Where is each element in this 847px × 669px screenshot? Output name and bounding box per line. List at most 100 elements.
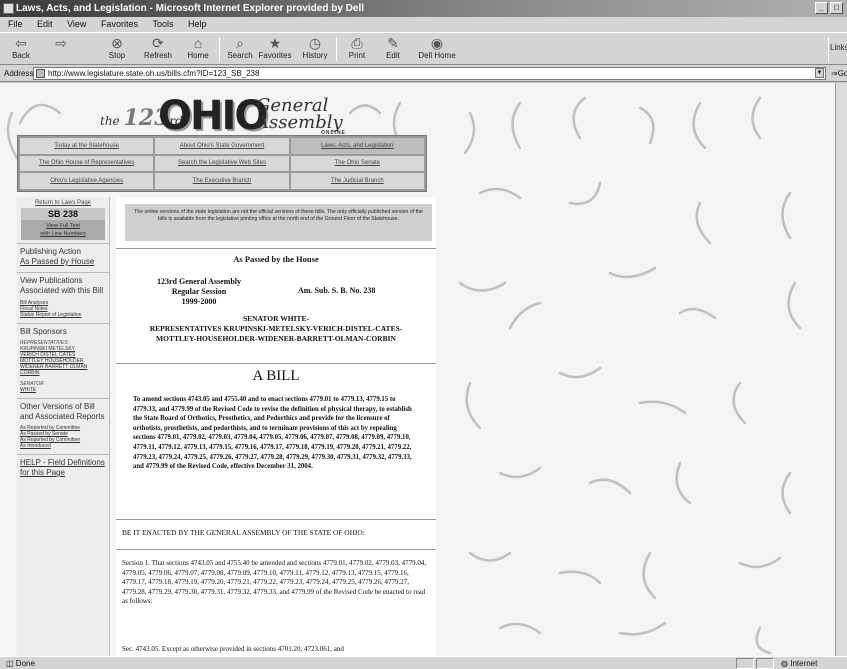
status-panel <box>756 658 774 669</box>
nav-executive-branch[interactable]: The Executive Branch <box>155 173 289 189</box>
swirl <box>18 103 62 125</box>
swirl <box>692 101 707 150</box>
swirl <box>558 570 602 585</box>
swirl <box>463 111 476 155</box>
nav-search[interactable]: Search the Legislative Web Sites <box>155 155 289 172</box>
swirl <box>498 622 542 635</box>
swirl <box>781 471 792 515</box>
favorites-icon: ★ <box>268 35 282 51</box>
stop-button[interactable]: ⊗ Stop <box>100 35 134 63</box>
representatives-links[interactable]: KRUPINSKI METELSKY VERICH DISTEL CATES M… <box>20 346 90 376</box>
print-button[interactable]: ⎙ Print <box>340 35 374 63</box>
nav-laws-acts[interactable]: Laws, Acts, and Legislation <box>290 138 424 154</box>
address-input[interactable]: http://www.legislature.state.oh.us/bills… <box>33 67 826 80</box>
nav-senate[interactable]: The Ohio Senate <box>290 155 424 172</box>
bill-title-text: To amend sections 4743.05 and 4755.40 an… <box>133 396 412 471</box>
swirl <box>478 187 522 200</box>
address-url: http://www.legislature.state.oh.us/bills… <box>48 69 260 78</box>
status-report-link[interactable]: Status Report of Legislation <box>20 312 106 318</box>
bill-sidebar: Return to Laws Page SB 238 View Full Tex… <box>17 197 110 656</box>
enacting-clause: BE IT ENACTED BY THE GENERAL ASSEMBLY OF… <box>122 528 365 537</box>
bill-sponsors-line: SENATOR WHITE- REPRESENTATIVES KRUPINSKI… <box>149 314 403 343</box>
stop-icon: ⊗ <box>111 35 123 51</box>
edit-button[interactable]: ✎ Edit <box>376 35 410 63</box>
help-link[interactable]: HELP - Field Definitions for this Page <box>20 458 106 478</box>
bill-number-badge: SB 238 <box>21 208 105 220</box>
swirl <box>678 307 717 320</box>
favorites-button[interactable]: ★ Favorites <box>258 35 292 63</box>
address-dropdown-icon[interactable]: ▼ <box>815 68 824 78</box>
forward-arrow-icon: ⇨ <box>55 35 67 51</box>
nav-today-statehouse[interactable]: Today at the Statehouse <box>20 138 154 154</box>
publishing-action-heading: Publishing Action <box>20 247 81 256</box>
publishing-action-section: Publishing Action As Passed by House <box>17 243 109 269</box>
maximize-button[interactable]: □ <box>830 2 843 14</box>
nav-judicial-branch[interactable]: The Judicial Branch <box>290 173 424 189</box>
sec-4743-text: Sec. 4743.05. Except as otherwise provid… <box>122 645 344 653</box>
other-versions-section: Other Versions of Bill and Associated Re… <box>17 398 109 451</box>
status-text: ◫ Done <box>6 659 35 668</box>
dell-home-icon: ◉ <box>430 35 444 51</box>
divider <box>116 363 436 364</box>
swirl <box>738 556 782 569</box>
swirl <box>751 96 762 140</box>
print-icon: ⎙ <box>351 35 363 51</box>
divider <box>116 248 436 249</box>
vertical-scrollbar[interactable] <box>835 83 847 656</box>
swirl <box>458 281 507 292</box>
menu-file[interactable]: File <box>8 19 23 29</box>
go-button[interactable]: ⇒Go <box>831 65 847 82</box>
search-button[interactable]: ⌕ Search <box>223 35 257 63</box>
swirl <box>732 381 747 425</box>
swirl <box>618 621 667 636</box>
address-bar: Address http://www.legislature.state.oh.… <box>0 65 847 82</box>
swirl <box>558 366 602 379</box>
home-icon: ⌂ <box>193 35 203 51</box>
other-versions-heading: Other Versions of Bill and Associated Re… <box>20 402 105 421</box>
divider <box>116 549 436 550</box>
dell-home-button[interactable]: ◉ Dell Home <box>416 35 458 63</box>
page-icon <box>36 69 45 78</box>
forward-button[interactable]: ⇨ <box>44 35 78 63</box>
publishing-action-link[interactable]: As Passed by House <box>20 257 106 267</box>
return-to-laws-link[interactable]: Return to Laws Page <box>17 200 109 206</box>
swirl <box>781 191 792 240</box>
swirl <box>787 281 802 330</box>
version-link[interactable]: As Introduced <box>20 443 106 449</box>
history-button[interactable]: ◷ History <box>298 35 332 63</box>
refresh-button[interactable]: ⟳ Refresh <box>141 35 175 63</box>
section-1-text: Section 1. That sections 4743.05 and 475… <box>122 559 427 606</box>
passed-heading: As Passed by the House <box>233 254 319 264</box>
home-button[interactable]: ⌂ Home <box>181 35 215 63</box>
menu-edit[interactable]: Edit <box>37 19 53 29</box>
swirl <box>498 466 542 479</box>
menu-view[interactable]: View <box>67 19 86 29</box>
sponsors-section: Bill Sponsors REPRESENTATIVES: KRUPINSKI… <box>17 323 109 395</box>
sponsors-heading: Bill Sponsors <box>20 327 67 336</box>
swirl <box>465 381 482 430</box>
nav-about-government[interactable]: About Ohio's State Government <box>155 138 289 154</box>
ie-app-icon <box>3 3 14 14</box>
toolbar-separator <box>828 37 829 61</box>
divider <box>116 519 436 520</box>
search-icon: ⌕ <box>236 35 244 51</box>
nav-house[interactable]: The Ohio House of Representatives <box>20 155 154 172</box>
back-button[interactable]: ⇦ Back <box>4 35 38 63</box>
senator-link[interactable]: WHITE <box>20 387 106 393</box>
menu-favorites[interactable]: Favorites <box>101 19 138 29</box>
nav-legislative-agencies[interactable]: Ohio's Legislative Agencies <box>20 173 154 189</box>
assembly-info: 123rd General Assembly Regular Session 1… <box>157 277 241 306</box>
menu-help[interactable]: Help <box>188 19 207 29</box>
edit-icon: ✎ <box>387 35 399 51</box>
swirl <box>642 551 657 600</box>
menu-tools[interactable]: Tools <box>152 19 173 29</box>
full-text-link[interactable]: View Full Text with Line Numbers <box>21 220 105 240</box>
minimize-button[interactable]: _ <box>815 2 828 14</box>
a-bill-heading: A BILL <box>252 368 300 384</box>
title-bar: Laws, Acts, and Legislation - Microsoft … <box>0 0 847 17</box>
bill-number: Am. Sub. S. B. No. 238 <box>298 286 376 295</box>
page-done-icon: ◫ <box>6 659 14 668</box>
swirl <box>755 626 772 655</box>
swirl <box>588 478 632 495</box>
swirl <box>695 201 712 245</box>
